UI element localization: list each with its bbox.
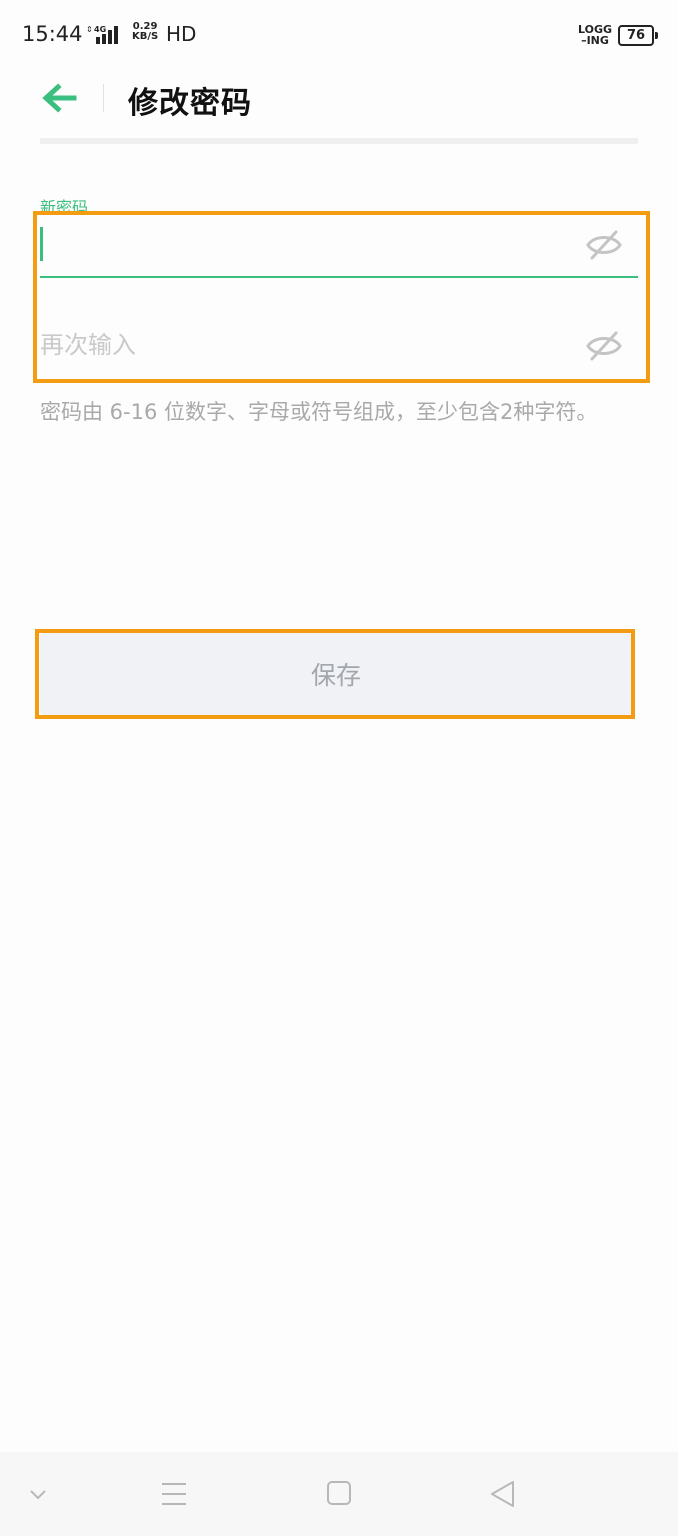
back-triangle-icon xyxy=(491,1481,514,1507)
new-password-underline xyxy=(40,276,638,278)
nav-back-button[interactable] xyxy=(483,1476,523,1512)
network-speed-unit: KB/S xyxy=(132,31,159,42)
logging-line-2: –ING xyxy=(581,34,609,47)
page-header: 修改密码 xyxy=(0,70,678,130)
nav-home-button[interactable] xyxy=(319,1476,359,1512)
eye-off-icon xyxy=(586,331,622,361)
eye-off-icon xyxy=(586,230,622,260)
page-title: 修改密码 xyxy=(128,86,252,121)
new-password-input[interactable] xyxy=(40,224,580,264)
confirm-password-input[interactable] xyxy=(40,325,580,365)
network-speed: 0.29 KB/S xyxy=(132,22,158,42)
new-password-label: 新密码 xyxy=(40,198,89,217)
arrow-left-icon xyxy=(42,83,77,113)
menu-icon xyxy=(162,1483,186,1505)
status-time: 15:44 xyxy=(22,22,83,46)
chevron-down-icon xyxy=(30,1490,46,1500)
battery-indicator: 76 xyxy=(618,25,658,46)
home-square-icon xyxy=(327,1481,351,1505)
text-cursor xyxy=(40,227,43,261)
logging-indicator: LOGG –ING xyxy=(578,24,612,46)
section-divider xyxy=(40,138,638,144)
hd-indicator: HD xyxy=(166,22,197,46)
nav-menu-button[interactable] xyxy=(154,1476,194,1512)
confirm-password-visibility-toggle[interactable] xyxy=(584,329,624,363)
signal-icon: ⇕ 4G xyxy=(86,25,118,44)
back-button[interactable] xyxy=(38,78,82,118)
svg-text:4G: 4G xyxy=(94,25,106,34)
header-divider xyxy=(103,84,104,112)
save-button[interactable]: 保存 xyxy=(40,633,632,715)
status-bar: 15:44 ⇕ 4G 0.29 KB/S HD LOGG –ING 76 xyxy=(0,0,678,70)
system-nav-bar xyxy=(0,1452,678,1536)
svg-text:⇕: ⇕ xyxy=(86,25,93,34)
new-password-visibility-toggle[interactable] xyxy=(584,228,624,262)
password-hint: 密码由 6-16 位数字、字母或符号组成，至少包含2种字符。 xyxy=(40,400,598,424)
nav-collapse-button[interactable] xyxy=(18,1476,58,1512)
